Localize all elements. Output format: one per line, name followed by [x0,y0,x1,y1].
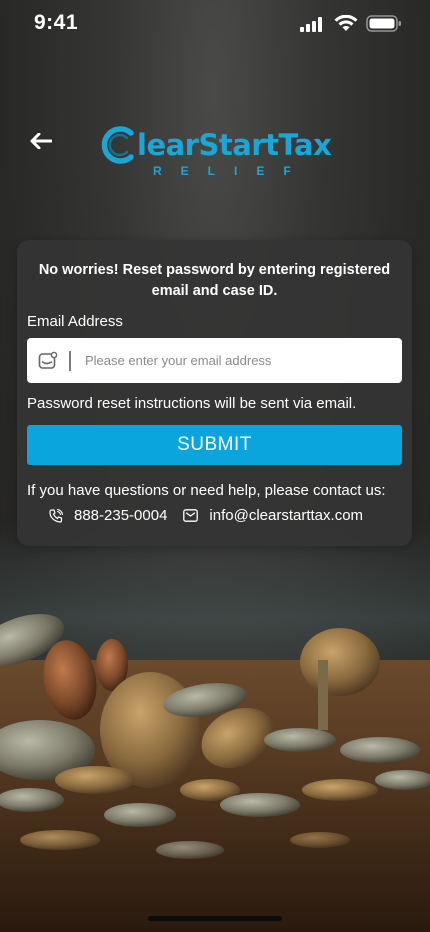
reset-password-card: No worries! Reset password by entering r… [17,240,412,546]
contact-email-text: info@clearstarttax.com [209,507,364,524]
logo-c-swoosh [101,126,134,164]
brand-logo: learStartTax RELIEF [101,122,332,182]
contact-email[interactable]: info@clearstarttax.com [183,507,363,524]
logo-subtext: RELIEF [153,164,310,178]
phone-icon [49,508,63,523]
submit-button[interactable]: SUBMIT [27,425,402,465]
contact-prompt: If you have questions or need help, plea… [27,482,386,499]
back-button[interactable] [24,126,58,156]
logo-wordmark: learStartTax [101,122,332,168]
status-time: 9:41 [34,11,79,34]
mail-icon [183,509,199,522]
arrow-left-icon [30,133,52,149]
contact-phone-text: 888-235-0004 [74,507,168,524]
helper-text: Password reset instructions will be sent… [27,395,357,412]
status-icons [300,15,402,32]
signal-icon [300,16,322,32]
wifi-icon [334,15,358,31]
contact-row: 888-235-0004 info@clearstarttax.com [49,507,363,524]
card-heading: No worries! Reset password by entering r… [38,262,391,299]
home-indicator [148,916,282,921]
coins-illustration [0,614,430,859]
email-label: Email Address [27,313,123,330]
logo-text: learStartTax [137,128,332,162]
email-field-icon [37,350,59,372]
status-bar: 9:41 [0,0,430,50]
email-field-divider [69,350,71,371]
email-input[interactable] [83,352,387,369]
battery-icon [366,15,401,32]
contact-phone[interactable]: 888-235-0004 [49,507,167,524]
email-field[interactable] [27,338,402,383]
